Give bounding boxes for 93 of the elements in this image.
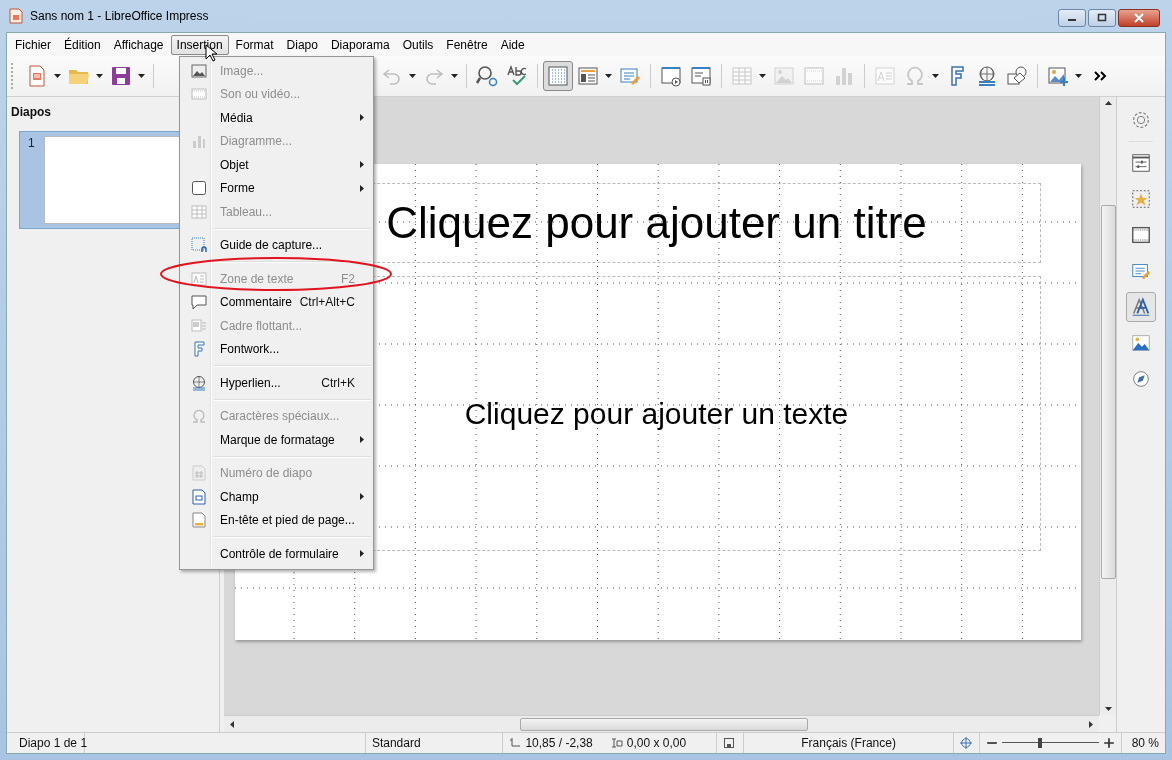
speech-bubble-icon — [191, 294, 207, 311]
menu-option-label: Média — [220, 110, 253, 125]
menu-option[interactable]: Média — [180, 106, 373, 130]
close-icon — [1133, 13, 1145, 23]
vertical-scrollbar[interactable] — [1099, 97, 1116, 715]
menu-option-label: Forme — [220, 181, 255, 196]
scroll-thumb[interactable] — [1100, 205, 1116, 579]
gear-icon — [1130, 109, 1152, 131]
snap-guide-icon — [191, 237, 207, 254]
dropdown-caret-icon[interactable] — [96, 74, 103, 78]
fontwork-f-icon — [191, 341, 207, 358]
shortcut-label: Ctrl+K — [321, 375, 356, 390]
field-page-icon — [191, 488, 207, 505]
floating-frame-icon — [191, 317, 207, 334]
slideshow-pause-icon — [689, 64, 713, 88]
film-icon — [191, 86, 207, 103]
shapes-icon — [1005, 64, 1029, 88]
dropdown-caret-icon[interactable] — [1075, 74, 1082, 78]
spellcheck-icon — [505, 64, 529, 88]
grid-dots-icon — [546, 64, 570, 88]
menu-option-label: Champ — [220, 489, 259, 504]
layout-name: Standard — [365, 733, 504, 753]
text-frame-icon — [191, 270, 207, 287]
menu-item[interactable]: Diaporama — [324, 34, 396, 55]
menu-option-label: Son ou vidéo... — [220, 87, 301, 102]
hash-page-icon — [191, 465, 207, 482]
dropdown-caret-icon[interactable] — [54, 74, 61, 78]
close-button[interactable] — [1118, 9, 1160, 27]
floppy-icon — [109, 64, 133, 88]
compass-icon — [1130, 368, 1152, 390]
scroll-right-icon[interactable] — [1089, 720, 1093, 728]
menu-item[interactable]: Édition — [58, 34, 107, 55]
zoom-in-icon[interactable] — [1102, 737, 1115, 749]
film-icon — [802, 64, 826, 88]
shortcut-label: Ctrl+Alt+C — [299, 295, 356, 310]
scroll-up-icon[interactable] — [1104, 101, 1112, 105]
slide-layout-icon — [576, 64, 600, 88]
slide-number: 1 — [28, 136, 36, 150]
body-text: Cliquez pour ajouter un texte — [464, 396, 849, 431]
film-frame-icon — [1130, 224, 1152, 246]
window-title: Sans nom 1 - LibreOffice Impress — [30, 9, 209, 23]
scroll-thumb[interactable] — [520, 717, 808, 731]
styles-a-icon — [1130, 296, 1152, 318]
picture-icon — [191, 62, 207, 79]
menu-item[interactable]: Affichage — [107, 34, 170, 55]
menu-option-label: Objet — [220, 157, 249, 172]
star-frame-icon — [1130, 188, 1152, 210]
presentation-document-icon — [8, 8, 24, 24]
menu-item[interactable]: Diapo — [280, 34, 324, 55]
header-page-icon — [191, 512, 207, 529]
crosshair-icon[interactable] — [959, 737, 972, 749]
horizontal-scrollbar[interactable] — [224, 715, 1099, 732]
picture-icon — [772, 64, 796, 88]
table-icon — [730, 64, 754, 88]
menu-item[interactable]: Fenêtre — [440, 34, 494, 55]
zoom-slider[interactable] — [1001, 737, 1099, 749]
bar-chart-icon — [191, 133, 207, 150]
menu-option-label: Tableau... — [220, 204, 273, 219]
size-icon — [610, 737, 623, 749]
menu-item[interactable]: Outils — [396, 34, 440, 55]
globe-link-icon — [191, 374, 207, 391]
cursor-position: 10,85 / -2,38 — [525, 736, 593, 750]
styles-a-button[interactable] — [1126, 292, 1156, 322]
title-text: Cliquez pour ajouter un titre — [386, 198, 927, 248]
zoom-percentage[interactable]: 80 % — [1121, 733, 1165, 753]
magnifier-icon — [475, 64, 499, 88]
slide-count: Diapo 1 de 1 — [7, 733, 85, 753]
sliders-panel-icon — [1130, 152, 1152, 174]
add-image-icon — [1046, 64, 1070, 88]
dropdown-caret-icon[interactable] — [138, 74, 145, 78]
scroll-left-icon[interactable] — [230, 720, 234, 728]
menu-item[interactable]: Fichier — [9, 34, 57, 55]
maximize-icon — [1096, 13, 1108, 23]
menu-option-label: Image... — [220, 63, 264, 78]
text-frame-icon — [873, 64, 897, 88]
menu-item[interactable]: Format — [229, 34, 280, 55]
position-icon — [509, 737, 522, 749]
square-icon — [191, 180, 207, 197]
slideshow-play-icon — [659, 64, 683, 88]
landscape-image-icon — [1130, 332, 1152, 354]
scroll-down-icon[interactable] — [1104, 707, 1112, 711]
save-status-icon — [722, 737, 735, 749]
grid-dots-button[interactable] — [543, 61, 573, 91]
panel-title: Diapos — [11, 104, 52, 121]
object-size: 0,00 x 0,00 — [626, 736, 687, 750]
menu-item[interactable]: Aide — [494, 34, 531, 55]
dropdown-caret-icon[interactable] — [605, 74, 612, 78]
maximize-button[interactable] — [1088, 9, 1116, 27]
minimize-button[interactable] — [1058, 9, 1086, 27]
table-icon — [191, 203, 207, 220]
menu-option-label: Diagramme... — [220, 134, 293, 149]
omega-icon — [191, 408, 207, 425]
language-status[interactable]: Français (France) — [744, 733, 954, 753]
